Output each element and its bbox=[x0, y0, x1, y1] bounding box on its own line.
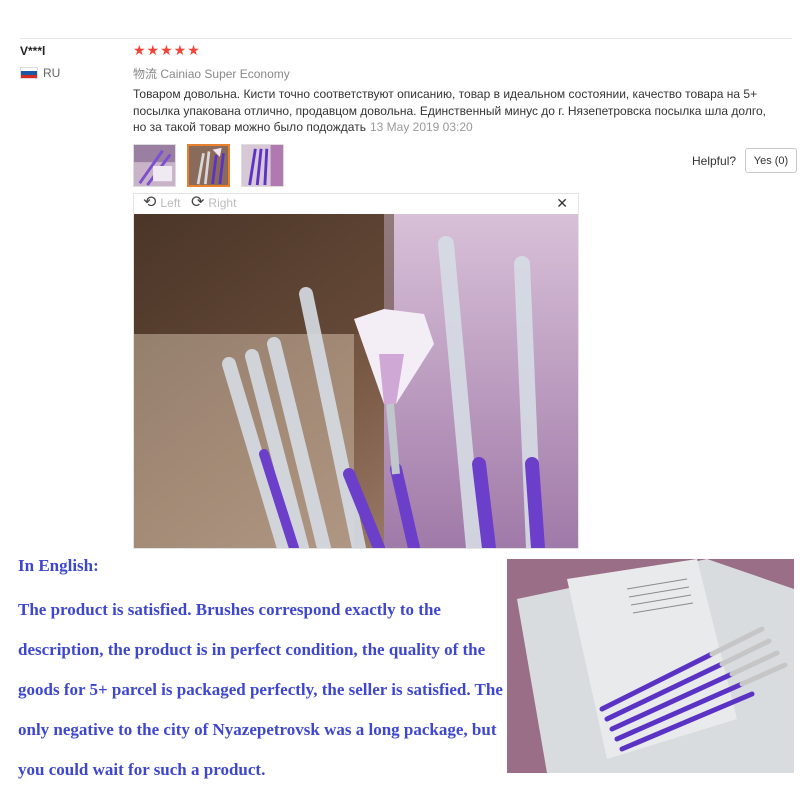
helpful-yes-button[interactable]: Yes (0) bbox=[745, 148, 797, 173]
logistics-info: 物流 Cainiao Super Economy bbox=[133, 65, 290, 82]
image-viewer-toolbar: ⟲ Left ⟳ Right ✕ bbox=[134, 194, 578, 214]
package-photo bbox=[507, 559, 794, 773]
review-thumbnail-active[interactable] bbox=[187, 144, 230, 187]
english-translation: In English: The product is satisfied. Br… bbox=[18, 556, 508, 790]
rotate-left-label: Left bbox=[160, 196, 181, 210]
review-text: Товаром довольна. Кисти точно соответств… bbox=[133, 86, 778, 136]
english-body: The product is satisfied. Brushes corres… bbox=[18, 600, 503, 779]
review-photo-large bbox=[134, 214, 578, 548]
image-viewer: ⟲ Left ⟳ Right ✕ bbox=[133, 193, 579, 549]
review-thumbnail[interactable] bbox=[241, 144, 284, 187]
review-date: 13 May 2019 03:20 bbox=[369, 120, 473, 134]
top-divider bbox=[20, 38, 792, 39]
helpful-label: Helpful? bbox=[692, 154, 737, 168]
rotate-left-button[interactable]: ⟲ Left bbox=[143, 194, 181, 211]
review-thumbnail[interactable] bbox=[133, 144, 176, 187]
reviewer-name: V***l bbox=[20, 44, 46, 58]
country-code: RU bbox=[43, 66, 61, 80]
rotate-left-icon: ⟲ bbox=[143, 194, 157, 211]
logistics-value: Cainiao Super Economy bbox=[160, 67, 290, 81]
russia-flag-icon bbox=[20, 67, 38, 79]
logistics-label: 物流 bbox=[133, 67, 158, 81]
rotate-right-label: Right bbox=[208, 196, 237, 210]
rotate-right-button[interactable]: ⟳ Right bbox=[191, 194, 237, 211]
reviewer-country: RU bbox=[20, 66, 60, 80]
english-heading: In English: bbox=[18, 556, 99, 575]
close-icon[interactable]: ✕ bbox=[556, 195, 568, 212]
review-thumbnails bbox=[133, 144, 284, 187]
rating-stars: ★★★★★ bbox=[133, 42, 201, 58]
rotate-right-icon: ⟳ bbox=[191, 194, 205, 211]
